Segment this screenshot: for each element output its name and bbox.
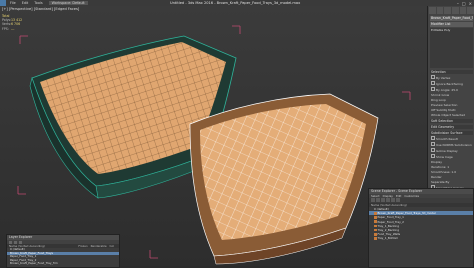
object-icon [374,220,377,223]
viewport-statistics: Total Polys:13 412 Verts:6 706 FPS: --- [2,14,22,31]
maximize-button[interactable]: □ [462,1,466,6]
scene-row[interactable]: Tray_1_Bottom [369,236,473,240]
close-button[interactable]: × [469,1,472,6]
menu-edit[interactable]: Edit [22,1,29,5]
viewport-canvas[interactable] [0,6,427,266]
layer-explorer-window: Layer Explorer Name (Sorted Ascending) F… [6,234,120,268]
selection-rollout[interactable]: Selection [430,70,473,74]
isoline-display-checkbox[interactable]: Isoline Display [431,148,472,153]
selection-status: Whole Object Selected [431,113,466,117]
object-icon [374,216,377,219]
by-vertex-checkbox[interactable]: By Vertex [431,75,472,80]
render-group-label: Render [431,175,442,179]
column-frozen[interactable]: Frozen [78,244,87,248]
object-name-field[interactable]: Brown_Kraft_Paper_Food_Trays [430,16,473,21]
modify-tab-icon[interactable] [436,7,444,14]
layer-row[interactable]: Brown_Kraft_Paper_Food_Tray_frm [7,262,119,266]
ignore-backfacing-checkbox[interactable]: Ignore Backfacing [431,81,472,86]
hierarchy-tab-icon[interactable] [444,7,452,14]
soft-selection-rollout[interactable]: Soft Selection [430,119,473,123]
viewport-label[interactable]: [+] [Perspective] [Standard] [Edged Face… [2,7,79,11]
workspace-selector[interactable]: Workspace: Default [48,1,88,5]
object-icon [374,224,377,228]
modifier-list-dropdown[interactable]: Modifier List [430,22,473,27]
utilities-tab-icon[interactable] [467,7,474,14]
smooth-result-checkbox[interactable]: Smooth Result [431,136,472,141]
preview-selection-options[interactable]: Off SubObj Multi [431,108,472,112]
menu-tools[interactable]: Tools [34,1,42,5]
ring-loop-buttons[interactable]: Ring Loop [431,98,472,102]
main-menu: File Edit Tools Workspace: Default [10,1,88,5]
display-tab-icon[interactable] [459,7,467,14]
column-color[interactable]: Col [110,244,114,248]
display-group-label: Display [431,160,443,164]
command-panel-tabs [428,6,474,15]
filter-cameras-icon[interactable] [386,198,390,202]
column-renderable[interactable]: Renderable [91,244,107,248]
window-controls: – □ × [457,1,472,6]
by-angle-checkbox[interactable]: By Angle: 45.0 [431,87,472,92]
create-tab-icon[interactable] [429,7,436,14]
document-title: Untitled - 3ds Max 2016 - Brown_Kraft_Pa… [170,1,301,5]
object-icon [374,228,377,232]
filter-spacewarps-icon[interactable] [396,198,400,202]
menu-customize[interactable]: Customize [404,194,419,198]
separate-by-label: Separate By [431,180,450,184]
filter-helpers-icon[interactable] [391,198,395,202]
object-icon [374,212,377,215]
filter-geometry-icon[interactable] [371,198,375,202]
smoothness-spinner[interactable]: Smoothness: 1.0 [431,170,472,174]
preview-selection-label: Preview Selection [431,103,458,107]
filter-shapes-icon[interactable] [376,198,380,202]
modifier-stack[interactable]: Editable Poly [430,28,473,68]
show-cage-checkbox[interactable]: Show Cage [431,154,472,159]
stack-item[interactable]: Editable Poly [430,28,473,32]
object-icon [374,233,377,236]
minimize-button[interactable]: – [457,1,459,6]
use-nurms-checkbox[interactable]: Use NURMS Subdivision [431,142,472,147]
menu-file[interactable]: File [10,1,16,5]
stats-fps: FPS: --- [2,26,15,31]
subdivision-surface-rollout[interactable]: Subdivision Surface [430,131,473,135]
shrink-grow-buttons[interactable]: Shrink Grow [431,93,472,97]
iterations-spinner[interactable]: Iterations: 1 [431,165,472,169]
filter-lights-icon[interactable] [381,198,385,202]
scene-explorer-window: Scene Explorer - Scene Explorer Select D… [368,188,474,268]
object-icon [374,237,377,240]
edit-geometry-rollout[interactable]: Edit Geometry [430,125,473,129]
motion-tab-icon[interactable] [452,7,459,14]
perspective-viewport[interactable]: [+] [Perspective] [Standard] [Edged Face… [0,6,427,266]
